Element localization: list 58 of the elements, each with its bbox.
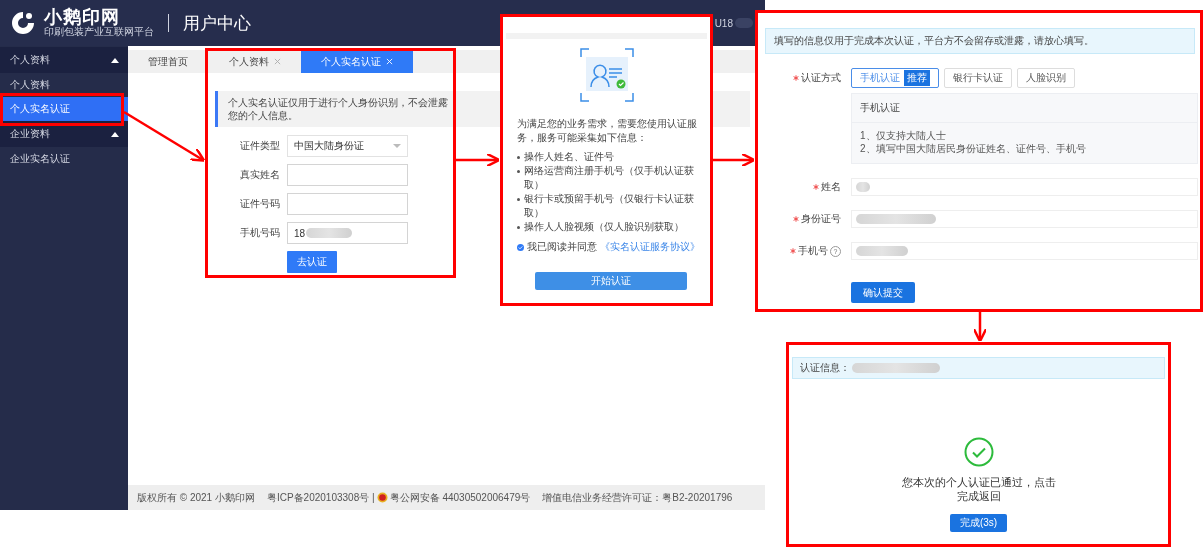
field-label: 身份证号 — [801, 212, 841, 226]
agreement-link[interactable]: 《实名认证服务协议》 — [600, 240, 700, 254]
copyright-text: 版权所有 © 2021 小鹅印网 — [137, 490, 255, 505]
input-field[interactable] — [287, 164, 408, 186]
info-line: 2、填写中国大陆居民身份证姓名、证件号、手机号 — [860, 142, 1087, 155]
collected-info-item: 操作人人脸视频（仅人脸识别获取） — [524, 220, 684, 234]
user-name[interactable]: U18 — [714, 17, 733, 29]
success-check-icon — [963, 437, 994, 467]
field-label: 真实姓名 — [239, 168, 280, 182]
sidebar-group[interactable]: 个人资料 — [0, 47, 128, 73]
bullet-icon — [517, 198, 520, 201]
tab[interactable]: 个人实名认证 — [301, 50, 413, 73]
method-option[interactable]: 手机认证 推荐 — [851, 68, 939, 88]
notice-banner: 填写的信息仅用于完成本次认证，平台方不会留存或泄露，请放心填写。 — [765, 28, 1195, 54]
recommended-badge: 推荐 — [904, 70, 930, 86]
info-title: 手机认证 — [852, 94, 1197, 123]
field-label: 证件类型 — [239, 139, 280, 153]
info-line: 1、仅支持大陆人士 — [860, 129, 947, 142]
police-record-link[interactable]: 粤公网安备 44030502006479号 — [389, 490, 531, 505]
sidebar-item[interactable]: 个人资料 — [0, 73, 128, 97]
field-label: 认证方式 — [801, 71, 841, 85]
done-button[interactable]: 完成(3s) — [949, 514, 1008, 532]
field-label: 证件号码 — [239, 197, 280, 211]
collected-info-item: 银行卡或预留手机号（仅银行卡认证获取） — [524, 192, 695, 220]
notice-text: 个人实名认证仅用于进行个人身份识别，不会泄露您的个人信息。 — [228, 96, 449, 122]
logo-icon — [10, 10, 36, 36]
verify-button[interactable]: 去认证 — [287, 251, 337, 273]
checkbox[interactable] — [517, 242, 524, 252]
collected-info-item: 操作人姓名、证件号 — [524, 150, 614, 164]
bullet-icon — [517, 170, 520, 173]
sidebar-item[interactable]: 企业实名认证 — [0, 147, 128, 171]
tab[interactable]: 管理首页 — [128, 50, 208, 73]
bullet-icon — [517, 226, 520, 229]
success-message: 您本次的个人认证已通过，点击完成返回 — [900, 475, 1057, 503]
input-field[interactable]: 18 — [287, 222, 408, 244]
id-card-icon — [578, 47, 635, 103]
field-label: 姓名 — [821, 180, 841, 194]
brand-tagline: 印刷包装产业互联网平台 — [44, 27, 154, 38]
sidebar-item[interactable]: 个人实名认证 — [0, 97, 128, 121]
notice-label: 认证信息： — [800, 361, 850, 375]
page-title: 用户中心 — [183, 12, 251, 35]
icp-link[interactable]: 粤ICP备2020103308号 | — [266, 490, 375, 505]
agreement-text: 我已阅读并同意 — [527, 240, 597, 254]
tab[interactable]: 个人资料 — [209, 50, 301, 73]
submit-button[interactable]: 确认提交 — [851, 282, 915, 303]
close-icon[interactable] — [274, 58, 281, 65]
method-option[interactable]: 人脸识别 — [1017, 68, 1075, 88]
method-option[interactable]: 银行卡认证 — [944, 68, 1012, 88]
select-field[interactable]: 中国大陆身份证 — [287, 135, 408, 157]
collected-info-item: 网络运营商注册手机号（仅手机认证获取） — [524, 164, 695, 192]
consent-intro: 为满足您的业务需求，需要您使用认证服务，服务可能采集如下信息： — [517, 118, 697, 143]
input-field[interactable] — [287, 193, 408, 215]
emblem-icon — [376, 492, 388, 503]
caret-icon — [393, 144, 401, 148]
license-text: 增值电信业务经营许可证：粤B2-20201796 — [542, 490, 733, 505]
bullet-icon — [517, 156, 520, 159]
field-label: 手机号码 — [239, 226, 280, 240]
field-label: 手机号 — [798, 244, 828, 258]
